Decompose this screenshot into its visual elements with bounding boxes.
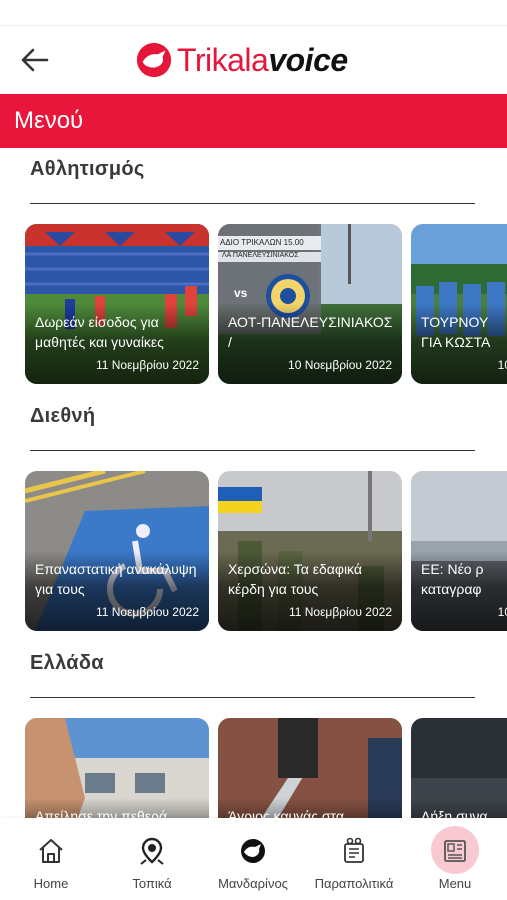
nav-gossip[interactable]: Παραπολιτικά [304,830,404,894]
card-date: 10 [497,358,507,372]
arrow-left-icon [21,48,49,72]
section-divider [30,450,475,451]
article-card[interactable]: Άγριος καυγάς στα [218,718,402,818]
card-title: Δωρεάν είσοδος για μαθητές και γυναίκες [35,314,164,350]
app-header: Trikalavoice [0,26,507,94]
nav-label: Τοπικά [132,876,172,891]
mandarin-icon [241,839,265,863]
logo-text-black: voice [268,42,348,78]
card-title: ΤΟΥΡΝΟΥ ΓΙΑ ΚΩΣΤΑ [421,314,491,350]
back-button[interactable] [18,44,52,76]
article-card[interactable]: Δωρεάν είσοδος για μαθητές και γυναίκες … [25,224,209,384]
nav-label: Μανδαρίνος [218,876,288,891]
article-card[interactable]: Χερσώνα: Τα εδαφικά κέρδη για τους 11 Νο… [218,471,402,631]
section-title[interactable]: Ελλάδα [30,652,104,675]
card-carousel[interactable]: Δωρεάν είσοδος για μαθητές και γυναίκες … [25,224,507,384]
article-card[interactable]: Επαναστατική ανακάλυψη για τους 11 Νοεμβ… [25,471,209,631]
poster-line-2: ΛΑ ΠΑΝΕΛΕΥΣΙΝΙΑΚΟΣ [222,252,299,259]
paper-icon [344,837,364,863]
logo-text: Trikalavoice [177,41,348,79]
logo-mark-icon [136,42,172,78]
home-icon [39,839,63,863]
map-pin-icon [140,837,164,865]
card-carousel[interactable]: Επαναστατική ανακάλυψη για τους 11 Νοεμβ… [25,471,507,631]
nav-menu[interactable]: Menu [405,826,505,894]
section-divider [30,697,475,698]
nav-mandarin[interactable]: Μανδαρίνος [203,830,303,894]
card-title: ΑΟΤ-ΠΑΝΕΛΕΥΣΙΝΙΑΚΟΣ / [228,314,393,350]
poster-vs: vs [234,286,248,300]
card-date: 10 [497,605,507,619]
section-title[interactable]: Αθλητισμός [30,158,145,181]
card-title: Επαναστατική ανακάλυψη για τους [35,561,197,597]
article-card[interactable]: Λήξη συνα [411,718,507,818]
card-date: 10 Νοεμβρίου 2022 [288,358,392,372]
article-card[interactable]: ΕΕ: Νέο ρ καταγραφ 10 [411,471,507,631]
card-carousel[interactable]: Απείλησε την πεθερά Άγριος καυγάς στα Λή… [25,718,507,818]
card-title: ΕΕ: Νέο ρ καταγραφ [421,561,484,597]
card-title: Λήξη συνα [421,808,488,818]
article-card[interactable]: ΑΔΙΟ ΤΡΙΚΑΛΩΝ 15.00 ΛΑ ΠΑΝΕΛΕΥΣΙΝΙΑΚΟΣ v… [218,224,402,384]
card-date: 11 Νοεμβρίου 2022 [288,605,392,619]
menu-title-bar: Μενού [0,94,507,148]
menu-title: Μενού [14,107,84,134]
logo-text-red: Trikala [177,42,269,78]
menu-grid-icon [444,840,466,862]
trikalavoice-logo[interactable]: Trikalavoice [135,40,348,80]
nav-label: Menu [438,876,472,891]
card-date: 11 Νοεμβρίου 2022 [95,358,199,372]
nav-home[interactable]: Home [1,830,101,894]
nav-label: Home [33,876,69,891]
bottom-navigation: Home Τοπικά Μανδαρίνος Παραπολιτικά Menu [0,818,507,900]
article-card[interactable]: Απείλησε την πεθερά [25,718,209,818]
content-area[interactable]: Αθλητισμός Δωρεάν είσοδος για μαθητές κα… [0,148,507,818]
card-date: 11 Νοεμβρίου 2022 [95,605,199,619]
card-title: Χερσώνα: Τα εδαφικά κέρδη για τους [228,561,362,597]
card-title: Απείλησε την πεθερά [35,808,168,818]
nav-local[interactable]: Τοπικά [102,830,202,894]
article-card[interactable]: ΤΟΥΡΝΟΥ ΓΙΑ ΚΩΣΤΑ 10 [411,224,507,384]
poster-line-1: ΑΔΙΟ ΤΡΙΚΑΛΩΝ 15.00 [220,238,304,247]
card-title: Άγριος καυγάς στα [228,808,344,818]
section-divider [30,203,475,204]
nav-label: Παραπολιτικά [314,876,394,891]
section-title[interactable]: Διεθνή [30,405,95,428]
status-strip [0,0,507,26]
